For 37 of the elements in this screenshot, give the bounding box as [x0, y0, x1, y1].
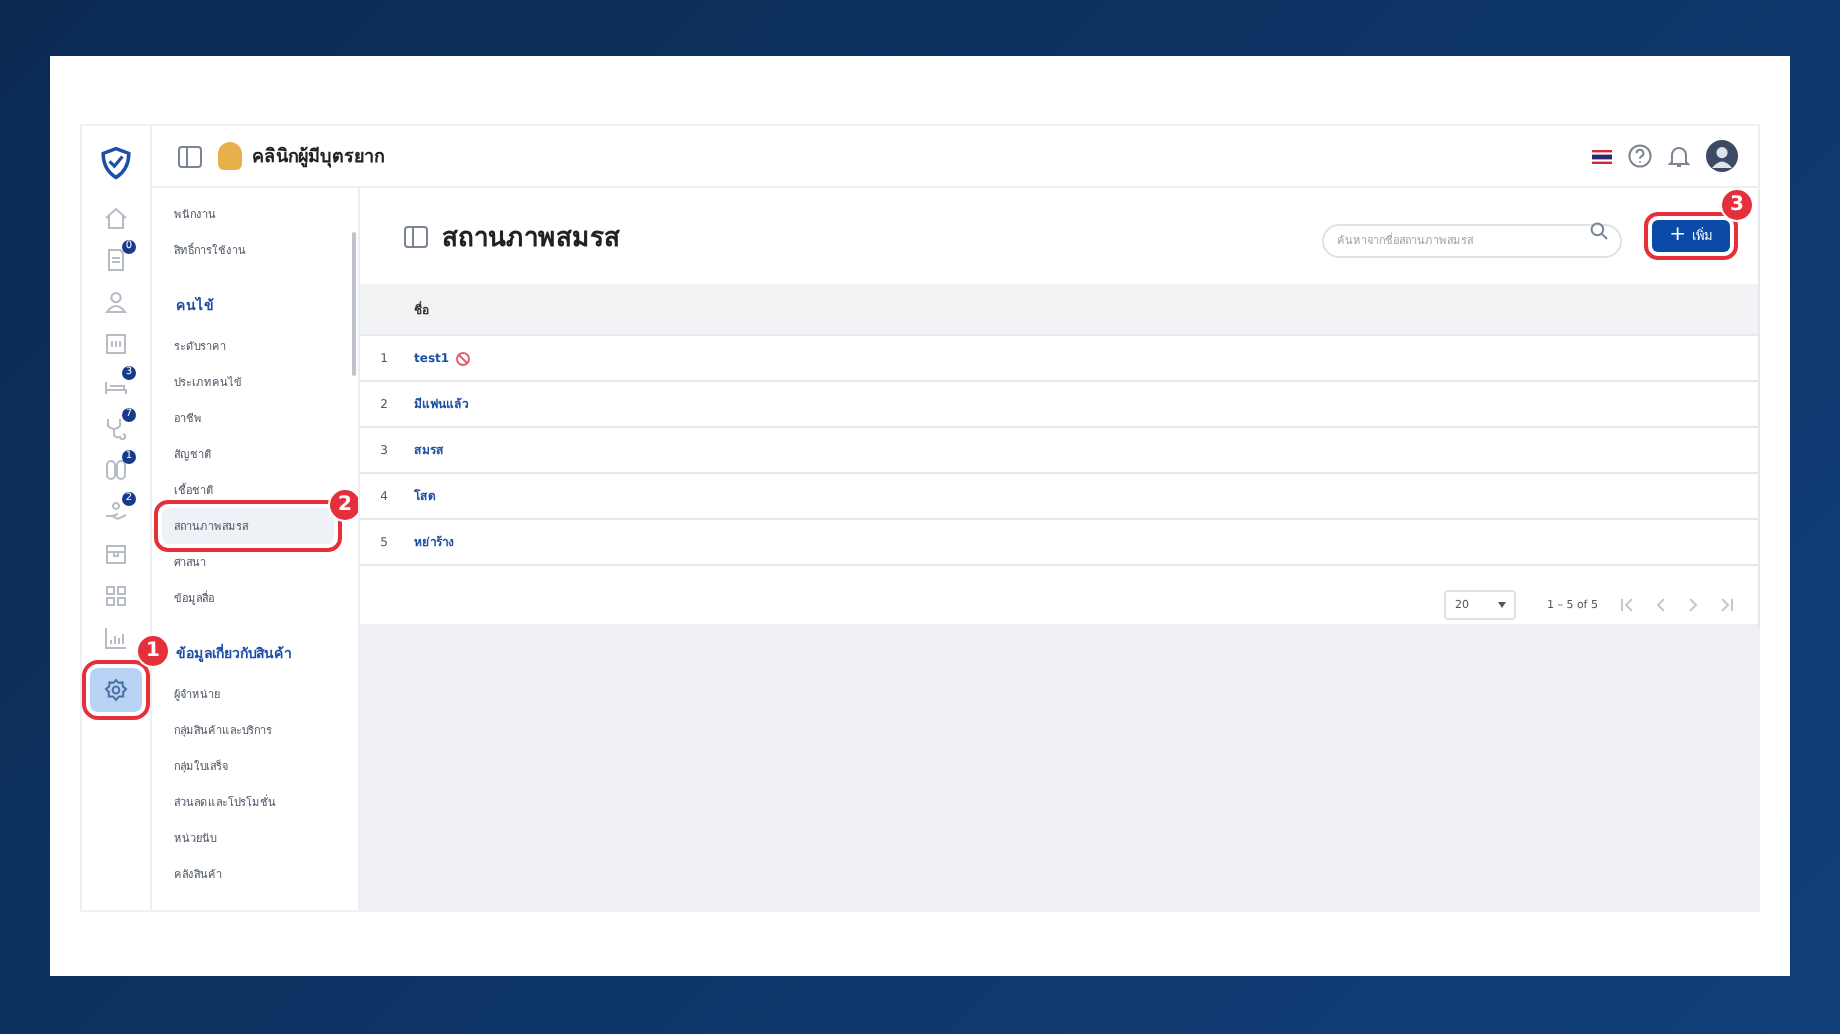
- nav-grid-button[interactable]: [104, 584, 128, 608]
- document-icon: [104, 248, 128, 272]
- settings-icon: [104, 678, 128, 702]
- next-page-icon[interactable]: [1688, 598, 1698, 612]
- step-number-badge: 1: [136, 634, 170, 668]
- sidebar-toggle-icon[interactable]: [178, 145, 202, 167]
- nav-chart-button[interactable]: [104, 626, 128, 650]
- panel-icon: [404, 225, 428, 247]
- hand-icon: [104, 500, 128, 524]
- first-page-icon[interactable]: [1620, 598, 1634, 612]
- pill-icon: [104, 458, 128, 482]
- grid-icon: [104, 584, 128, 608]
- chart-icon: [104, 626, 128, 650]
- flag-icon[interactable]: [1592, 149, 1612, 163]
- step-number-badge: 3: [1720, 188, 1754, 222]
- avatar-icon[interactable]: [1706, 140, 1738, 172]
- stethoscope-icon: [104, 416, 128, 440]
- last-page-icon[interactable]: [1720, 598, 1734, 612]
- home-icon: [104, 206, 128, 230]
- clinic-logo-icon: [218, 142, 242, 170]
- nav-box-button[interactable]: [104, 542, 128, 566]
- shield-logo-icon: [100, 146, 132, 180]
- nav-settings-button[interactable]: [90, 668, 142, 712]
- help-icon[interactable]: [1628, 144, 1652, 168]
- previous-page-icon[interactable]: [1656, 598, 1666, 612]
- scrollbar[interactable]: [352, 232, 356, 376]
- bell-icon[interactable]: [1668, 144, 1690, 168]
- clinic-name: คลินิกผู้มีบุตรยาก: [252, 144, 384, 170]
- search-icon: [1589, 221, 1608, 240]
- card-icon: [104, 332, 128, 356]
- nav-home-button[interactable]: [104, 206, 128, 230]
- nav-card-button[interactable]: [104, 332, 128, 356]
- step-number-badge: 2: [328, 488, 358, 522]
- page-title: สถานภาพสมรส: [442, 221, 620, 257]
- nav-person-button[interactable]: [104, 290, 128, 314]
- person-icon: [104, 290, 128, 314]
- box-icon: [104, 542, 128, 566]
